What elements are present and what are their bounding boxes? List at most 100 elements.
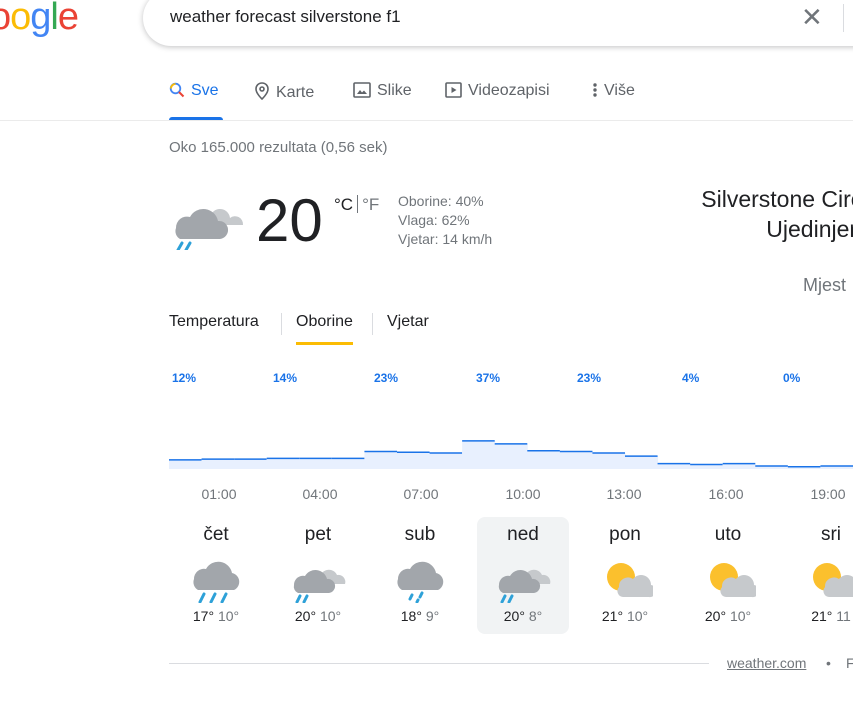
day-name: čet (203, 524, 229, 545)
precip-bar (331, 458, 365, 469)
current-temperature: 20 (256, 187, 323, 254)
footer-link[interactable]: F (846, 655, 853, 671)
video-icon (445, 82, 462, 98)
low-temp: 10° (217, 608, 240, 624)
day-temps: 18° 9° (374, 608, 466, 624)
map-pin-icon (255, 82, 269, 101)
day-name: uto (714, 524, 742, 545)
day-card-sub[interactable]: sub 18° 9° (374, 517, 466, 634)
day-name: sub (404, 524, 436, 545)
low-temp: 10° (626, 608, 649, 624)
day-card-sri[interactable]: sri 21° 11 (785, 517, 853, 634)
precip-bar (201, 459, 235, 469)
partly-sunny-icon (579, 555, 671, 605)
place-label: Mjest (803, 275, 847, 295)
google-logo-text: oogle (0, 0, 79, 38)
high-temp: 20° (503, 608, 525, 624)
clear-icon[interactable]: ✕ (801, 2, 823, 33)
weather-location: Silverstone Circuit, Ujedinjeno (573, 184, 853, 244)
precip-label: 12% (172, 371, 197, 385)
fahrenheit-unit[interactable]: °F (362, 195, 379, 214)
time-label: 19:00 (810, 486, 846, 502)
location-line1: Silverstone Circuit, (701, 186, 853, 212)
precip-bar (462, 440, 496, 469)
time-label: 13:00 (606, 486, 642, 502)
day-card-ned[interactable]: ned 20° 8° (477, 517, 569, 634)
tab-more-label: Više (604, 82, 635, 99)
precip-bar (169, 459, 203, 469)
tab-precipitation[interactable]: Oborine (296, 313, 353, 345)
time-label: 04:00 (302, 486, 338, 502)
tabs-divider (0, 120, 853, 121)
tab-all-label: Sve (191, 82, 219, 99)
tab-videos[interactable]: Videozapisi (445, 82, 550, 100)
high-temp: 21° (811, 608, 833, 624)
tab-maps[interactable]: Karte (254, 82, 314, 102)
unit-switch: °C °F (334, 195, 379, 215)
precip-bar (234, 459, 268, 469)
day-card-uto[interactable]: uto 20° 10° (682, 517, 774, 634)
day-temps: 21° 11 (785, 608, 853, 624)
precip-bar (592, 453, 626, 469)
heavy-rain-icon (170, 555, 262, 605)
precip-bar (722, 463, 756, 469)
low-temp: 9° (425, 608, 440, 624)
day-card-pon[interactable]: pon 21° 10° (579, 517, 671, 634)
precip-bar (527, 450, 561, 469)
tab-separator (372, 313, 373, 335)
day-card-pet[interactable]: pet 20° 10° (272, 517, 364, 634)
precip-bar (559, 451, 593, 469)
day-name: pet (304, 524, 332, 545)
tab-all[interactable]: Sve (169, 82, 223, 120)
search-icon (169, 82, 185, 98)
weather-details: Oborine: 40% Vlaga: 62% Vjetar: 14 km/h (398, 192, 492, 249)
tab-separator (281, 313, 282, 335)
day-temps: 20° 10° (272, 608, 364, 624)
partly-sunny-icon (785, 555, 853, 605)
footer-divider (169, 663, 709, 664)
precip-label: 0% (783, 371, 801, 385)
tab-more[interactable]: Više (592, 82, 635, 100)
precip-bar (429, 453, 463, 469)
high-temp: 17° (192, 608, 215, 624)
precip-label: 23% (374, 371, 399, 385)
more-vert-icon (593, 83, 597, 97)
high-temp: 20° (704, 608, 727, 624)
precip-bar (364, 451, 398, 469)
precip-bar (494, 443, 528, 469)
humidity-detail: Vlaga: 62% (398, 212, 470, 228)
tab-wind[interactable]: Vjetar (387, 313, 429, 331)
high-temp: 18° (400, 608, 422, 624)
day-card-čet[interactable]: čet 17° 10° (170, 517, 262, 634)
tab-videos-label: Videozapisi (468, 82, 550, 99)
day-name: ned (507, 524, 539, 545)
precip-label: 23% (577, 371, 602, 385)
low-temp: 8° (528, 608, 543, 624)
light-rain-icon (374, 555, 466, 605)
search-bar[interactable]: weather forecast silverstone f1 ✕ (143, 0, 853, 46)
day-temps: 20° 8° (477, 608, 569, 624)
tab-precipitation-label: Oborine (296, 313, 353, 330)
time-label: 16:00 (708, 486, 744, 502)
wind-detail: Vjetar: 14 km/h (398, 231, 493, 247)
precip-label: 4% (682, 371, 700, 385)
day-name: pon (609, 524, 641, 545)
low-temp: 11 (836, 608, 851, 624)
day-name: sri (820, 524, 842, 545)
day-temps: 20° 10° (682, 608, 774, 624)
celsius-unit[interactable]: °C (334, 195, 353, 214)
tab-images[interactable]: Slike (353, 82, 412, 100)
tab-maps-label: Karte (276, 84, 315, 101)
unit-divider (357, 195, 359, 213)
precip-bar (657, 463, 691, 469)
tab-temperature[interactable]: Temperatura (169, 313, 259, 331)
low-temp: 10° (729, 608, 752, 624)
high-temp: 20° (294, 608, 317, 624)
precip-bar (625, 456, 659, 469)
rain-showers-icon (477, 555, 569, 605)
search-input[interactable]: weather forecast silverstone f1 (170, 7, 401, 27)
source-link[interactable]: weather.com (727, 655, 806, 671)
search-divider (843, 4, 844, 32)
precip-bar (299, 458, 333, 469)
google-logo[interactable]: oogle (0, 0, 79, 39)
